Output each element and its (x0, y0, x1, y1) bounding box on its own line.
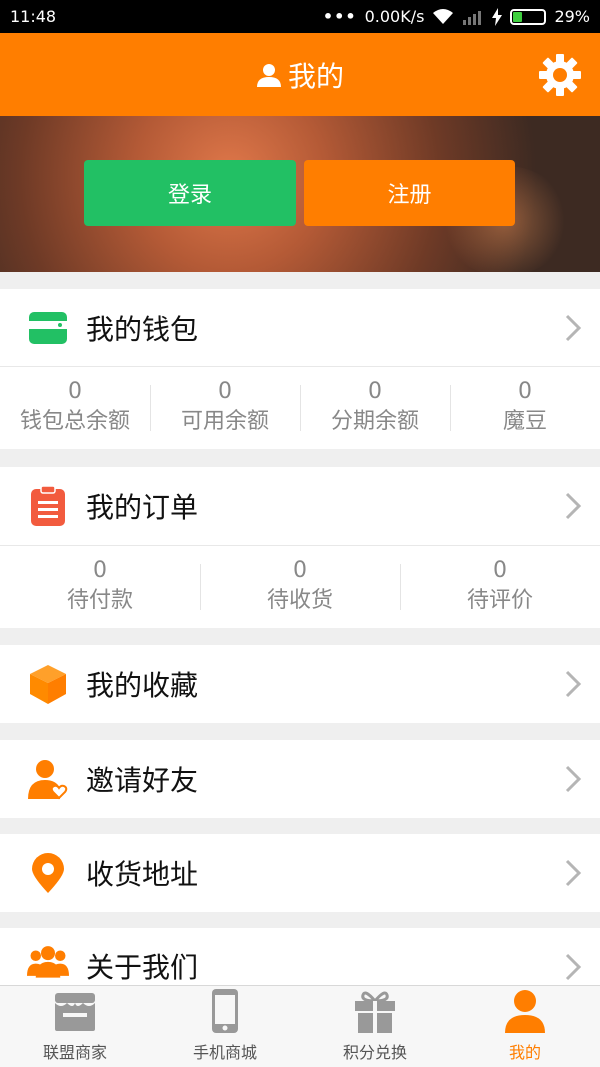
wallet-stat-modou[interactable]: 0 魔豆 (450, 367, 600, 449)
wallet-stat-installment[interactable]: 0 分期余额 (300, 367, 450, 449)
stat-label: 可用余额 (180, 409, 269, 434)
wallet-title: 我的钱包 (86, 313, 199, 346)
chevron-right-icon (565, 492, 582, 520)
wifi-icon (433, 8, 454, 24)
tab-mine[interactable]: 我的 (450, 986, 600, 1067)
menu-item-about[interactable]: 关于我们 (0, 928, 600, 985)
box-icon (30, 665, 66, 704)
menu-item-label: 收货地址 (86, 858, 199, 891)
order-stat-pending-receipt[interactable]: 0 待收货 (200, 546, 400, 628)
status-bar: 11:48 ••• 0.00K/s 29% (0, 0, 600, 33)
tab-label: 手机商城 (192, 1043, 257, 1062)
tab-label: 我的 (508, 1043, 541, 1062)
status-time: 11:48 (10, 7, 57, 26)
gift-icon (355, 991, 395, 1033)
battery-icon (510, 8, 547, 25)
wallet-row[interactable]: 我的钱包 (0, 289, 600, 367)
page-title: 我的 (256, 55, 344, 95)
stat-label: 魔豆 (502, 409, 547, 434)
menu-item-favorites[interactable]: 我的收藏 (0, 645, 600, 723)
signal-icon (463, 10, 482, 25)
chevron-right-icon (565, 670, 582, 698)
orders-row[interactable]: 我的订单 (0, 467, 600, 545)
tab-label: 联盟商家 (42, 1043, 107, 1062)
login-button[interactable]: 登录 (84, 160, 296, 226)
stat-label: 待收货 (266, 588, 333, 613)
order-stat-pending-payment[interactable]: 0 待付款 (0, 546, 200, 628)
app-header: 我的 (0, 33, 600, 116)
stat-value: 0 (368, 379, 382, 404)
menu-item-invite-friends[interactable]: 邀请好友 (0, 740, 600, 818)
stat-value: 0 (93, 558, 107, 583)
network-speed: 0.00K/s (364, 7, 425, 26)
stat-label: 待付款 (66, 588, 133, 613)
stat-value: 0 (218, 379, 232, 404)
tab-label: 积分兑换 (342, 1043, 407, 1062)
orders-title: 我的订单 (86, 491, 199, 524)
order-stats: 0 待付款 0 待收货 0 待评价 (0, 546, 600, 628)
wallet-icon (29, 312, 67, 344)
invite-friend-icon (28, 760, 68, 800)
more-dots-icon: ••• (322, 7, 357, 26)
stat-value: 0 (493, 558, 507, 583)
stat-value: 0 (68, 379, 82, 404)
register-button[interactable]: 注册 (304, 160, 515, 226)
chevron-right-icon (565, 859, 582, 887)
order-stat-pending-review[interactable]: 0 待评价 (400, 546, 600, 628)
menu-item-label: 关于我们 (86, 951, 199, 984)
charging-icon (492, 7, 503, 26)
wallet-stat-total[interactable]: 0 钱包总余额 (0, 367, 150, 449)
chevron-right-icon (565, 953, 582, 981)
group-icon (27, 946, 69, 978)
store-icon (55, 993, 95, 1031)
tab-points-exchange[interactable]: 积分兑换 (300, 986, 450, 1067)
user-icon (505, 990, 545, 1033)
menu-item-address[interactable]: 收货地址 (0, 834, 600, 912)
menu-item-label: 邀请好友 (86, 764, 199, 797)
chevron-right-icon (565, 314, 582, 342)
tab-alliance-merchants[interactable]: 联盟商家 (0, 986, 150, 1067)
location-pin-icon (32, 853, 64, 893)
stat-label: 待评价 (466, 588, 533, 613)
stat-label: 钱包总余额 (19, 409, 130, 434)
phone-icon (212, 989, 238, 1033)
clipboard-icon (31, 485, 65, 526)
profile-banner: 登录 注册 (0, 116, 600, 272)
stat-value: 0 (293, 558, 307, 583)
settings-gear-icon[interactable] (538, 53, 582, 97)
wallet-stat-available[interactable]: 0 可用余额 (150, 367, 300, 449)
wallet-stats: 0 钱包总余额 0 可用余额 0 分期余额 0 魔豆 (0, 367, 600, 449)
page-title-text: 我的 (287, 59, 344, 93)
stat-value: 0 (518, 379, 532, 404)
bottom-tab-bar: 联盟商家 手机商城 积分兑换 我的 (0, 985, 600, 1067)
chevron-right-icon (565, 765, 582, 793)
battery-percent: 29% (554, 7, 590, 26)
stat-label: 分期余额 (330, 409, 419, 434)
menu-item-label: 我的收藏 (86, 669, 199, 702)
user-icon (256, 63, 281, 87)
tab-mobile-mall[interactable]: 手机商城 (150, 986, 300, 1067)
